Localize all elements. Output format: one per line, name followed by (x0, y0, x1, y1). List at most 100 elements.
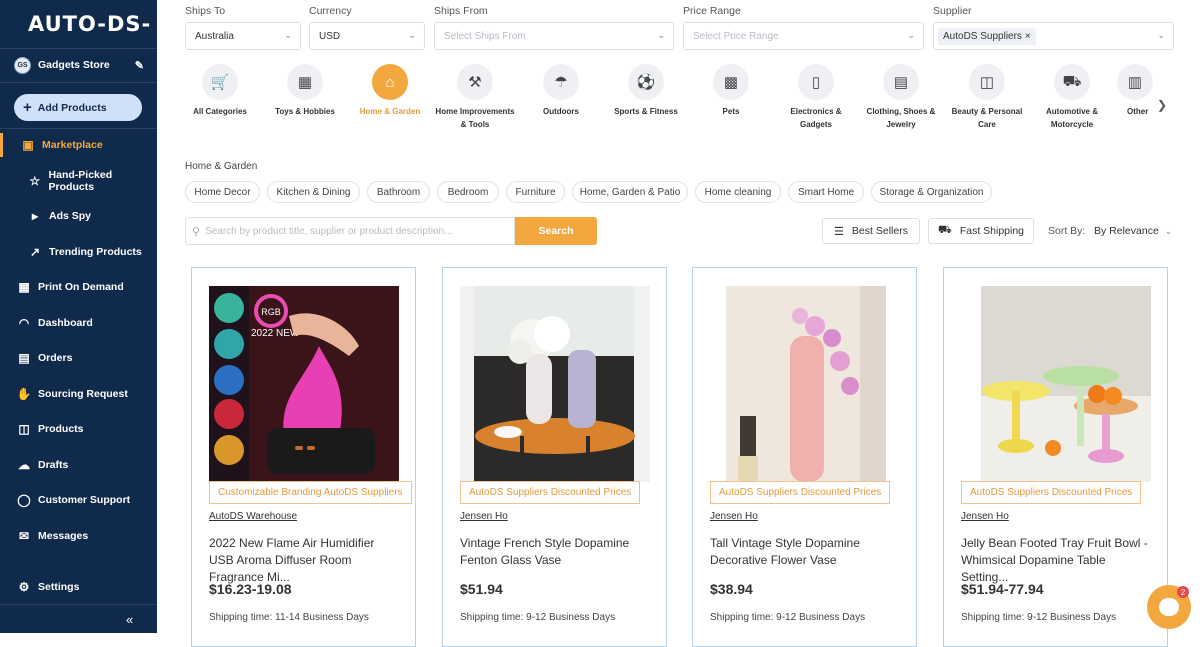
category-toys-hobbies[interactable]: ▦ Toys & Hobbies (265, 64, 345, 119)
product-card[interactable]: AutoDS Suppliers Discounted Prices Jense… (442, 267, 667, 647)
product-card[interactable]: AutoDS Suppliers Discounted Prices Jense… (692, 267, 917, 647)
subcategory-chip[interactable]: Home, Garden & Patio (572, 181, 688, 203)
sidebar-item-products[interactable]: ◫ Products (0, 417, 157, 441)
sort-by-select[interactable]: By Relevance ⌄ (1094, 225, 1172, 237)
chevron-right-icon[interactable]: ❯ (1157, 98, 1167, 112)
ships-to-select[interactable]: Australia ⌄ (185, 22, 301, 50)
product-card[interactable]: RGB 2022 NEW Customizable Branding AutoD… (191, 267, 416, 647)
subcategory-chip[interactable]: Bathroom (367, 181, 430, 203)
supplier-link[interactable]: Jensen Ho (460, 511, 508, 522)
shipping-time: Shipping time: 9-12 Business Days (961, 612, 1117, 623)
sort-by-label: Sort By: (1048, 225, 1086, 237)
product-title[interactable]: Tall Vintage Style Dopamine Decorative F… (710, 535, 900, 569)
plus-icon: + (23, 99, 32, 116)
sidebar-item-hand-picked[interactable]: ☆ Hand-Picked Products (0, 169, 157, 193)
divider (0, 48, 157, 49)
product-image[interactable]: RGB 2022 NEW (209, 286, 399, 482)
price-range-label: Price Range (683, 5, 741, 17)
product-card[interactable]: AutoDS Suppliers Discounted Prices Jense… (943, 267, 1168, 647)
product-tag: AutoDS Suppliers Discounted Prices (710, 481, 891, 504)
sidebar-item-ads-spy[interactable]: ▸ Ads Spy (0, 204, 157, 228)
star-box-icon: ☆ (29, 174, 41, 188)
sidebar-item-orders[interactable]: ▤ Orders (0, 346, 157, 370)
category-automotive[interactable]: ⛟ Automotive & Motorcycle (1032, 64, 1112, 131)
chevron-down-icon: ⌄ (284, 30, 292, 40)
supplier-link[interactable]: Jensen Ho (961, 511, 1009, 522)
cart-icon: 🛒 (202, 64, 238, 100)
category-all[interactable]: 🛒 All Categories (180, 64, 260, 119)
sidebar-item-print-on-demand[interactable]: ▦ Print On Demand (0, 275, 157, 299)
subcategory-chip[interactable]: Bedroom (437, 181, 499, 203)
breadcrumb: Home & Garden (185, 161, 258, 172)
chevron-down-icon: ⌄ (657, 30, 665, 40)
chat-widget-button[interactable]: 2 (1147, 585, 1191, 629)
product-tag: AutoDS Suppliers Discounted Prices (460, 481, 641, 504)
search-button[interactable]: Search (515, 217, 597, 245)
sidebar-item-marketplace[interactable]: ▣ Marketplace (0, 133, 157, 157)
sidebar-item-sourcing-request[interactable]: ✋ Sourcing Request (0, 382, 157, 406)
product-image[interactable] (460, 286, 650, 482)
supplier-link[interactable]: AutoDS Warehouse (209, 511, 297, 522)
chat-bubble-icon (1159, 598, 1179, 616)
ships-from-select[interactable]: Select Ships From ⌄ (434, 22, 674, 50)
ships-to-label: Ships To (185, 5, 226, 17)
category-clothing[interactable]: ▤ Clothing, Shoes & Jewelry (861, 64, 941, 131)
autods-logo[interactable]: AUTO-DS- (28, 12, 151, 36)
search-icon: ⚲ (192, 225, 201, 238)
subcategory-chip[interactable]: Kitchen & Dining (267, 181, 360, 203)
price-range-select[interactable]: Select Price Range ⌄ (683, 22, 924, 50)
category-other[interactable]: ▥ Other (1117, 64, 1157, 119)
category-home-garden[interactable]: ⌂ Home & Garden (350, 64, 430, 119)
car-icon: ⛟ (1054, 64, 1090, 100)
product-image[interactable] (961, 286, 1151, 482)
store-avatar: GS (14, 56, 31, 74)
category-outdoors[interactable]: ☂ Outdoors (521, 64, 601, 119)
chevron-down-icon: ⌄ (1164, 226, 1173, 236)
edit-icon[interactable]: ✎ (135, 59, 144, 72)
product-price: $16.23-19.08 (209, 581, 292, 597)
product-title[interactable]: Jelly Bean Footed Tray Fruit Bowl - Whim… (961, 535, 1151, 586)
product-title[interactable]: Vintage French Style Dopamine Fenton Gla… (460, 535, 650, 569)
sidebar-item-messages[interactable]: ✉ Messages (0, 524, 157, 548)
currency-label: Currency (309, 5, 352, 17)
gear-icon: ⚙ (18, 580, 30, 594)
best-sellers-button[interactable]: ☰ Best Sellers (822, 218, 920, 244)
add-products-button[interactable]: + Add Products (14, 94, 142, 121)
chip-remove-icon[interactable]: × (1025, 31, 1031, 42)
product-search-input[interactable]: ⚲ Search by product title, supplier or p… (185, 217, 515, 245)
product-tag: AutoDS Suppliers Discounted Prices (961, 481, 1142, 504)
box-icon: ◫ (18, 422, 30, 436)
category-beauty[interactable]: ◫ Beauty & Personal Care (947, 64, 1027, 131)
sidebar-item-settings[interactable]: ⚙ Settings (0, 575, 157, 599)
subcategory-chip[interactable]: Home cleaning (695, 181, 781, 203)
collapse-sidebar-icon[interactable]: « (126, 612, 133, 627)
handshake-icon: ✋ (16, 387, 32, 401)
subcategory-chip[interactable]: Home Decor (185, 181, 260, 203)
category-sports-fitness[interactable]: ⚽ Sports & Fitness (606, 64, 686, 119)
cosmetics-icon: ◫ (969, 64, 1005, 100)
supplier-link[interactable]: Jensen Ho (710, 511, 758, 522)
store-name: Gadgets Store (38, 59, 110, 71)
subcategory-chip[interactable]: Storage & Organization (871, 181, 992, 203)
subcategory-chip[interactable]: Smart Home (788, 181, 864, 203)
orders-icon: ▤ (18, 351, 30, 365)
supplier-select[interactable]: AutoDS Suppliers × ⌄ (933, 22, 1174, 50)
pet-food-icon: ▩ (713, 64, 749, 100)
sidebar-item-customer-support[interactable]: ◯ Customer Support (0, 488, 157, 512)
category-electronics[interactable]: ▯ Electronics & Gadgets (776, 64, 856, 131)
fast-shipping-button[interactable]: ⛟ Fast Shipping (928, 218, 1034, 244)
category-pets[interactable]: ▩ Pets (691, 64, 771, 119)
currency-select[interactable]: USD ⌄ (309, 22, 425, 50)
drafts-icon: ☁ (18, 458, 30, 472)
sidebar-item-trending[interactable]: ↗ Trending Products (0, 240, 157, 264)
home-icon: ⌂ (372, 64, 408, 100)
product-image[interactable] (710, 286, 900, 482)
store-selector[interactable]: GS Gadgets Store ✎ (14, 56, 144, 74)
subcategory-chip[interactable]: Furniture (506, 181, 565, 203)
category-home-improvements[interactable]: ⚒ Home Improvements & Tools (435, 64, 515, 131)
product-title[interactable]: 2022 New Flame Air Humidifier USB Aroma … (209, 535, 399, 586)
sidebar-item-drafts[interactable]: ☁ Drafts (0, 453, 157, 477)
sidebar-item-dashboard[interactable]: ◠ Dashboard (0, 311, 157, 335)
phone-icon: ▯ (798, 64, 834, 100)
main-content: Ships To Australia ⌄ Currency USD ⌄ Ship… (157, 0, 1200, 647)
